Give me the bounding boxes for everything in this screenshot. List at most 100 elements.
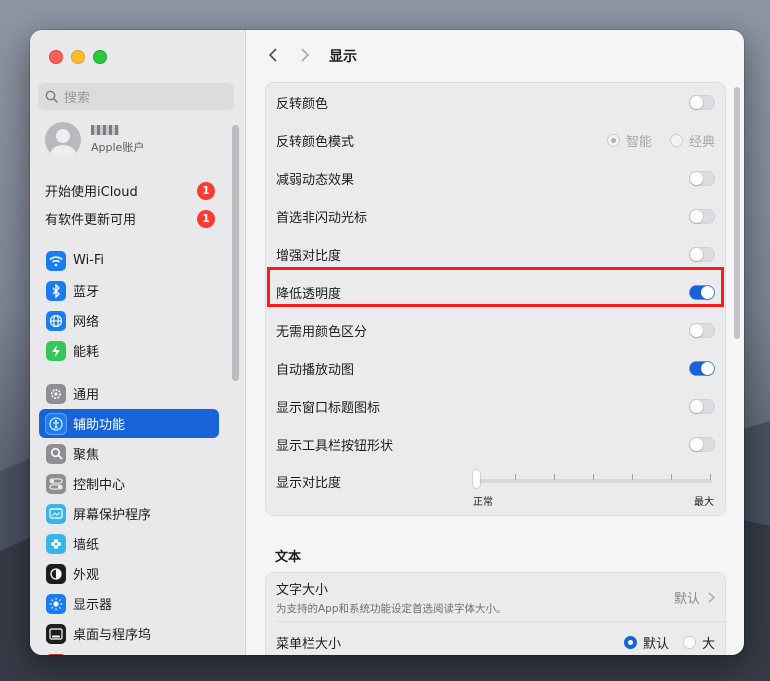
chevron-left-icon [268,47,277,62]
minimize-button[interactable] [71,50,85,64]
menubar-size-default-radio[interactable]: 默认 [623,633,669,652]
invert-mode-smart-radio[interactable]: 智能 [606,131,652,150]
notice-icloud[interactable]: 开始使用iCloud 1 [45,181,215,200]
sidebar-item-accessibility[interactable]: 辅助功能 [39,409,219,438]
bluetooth-icon [46,280,66,301]
row-label: 首选非闪动光标 [276,210,368,226]
sidebar-item-label: 蓝牙 [73,285,100,300]
sidebar-item-label: 能耗 [73,345,100,360]
slider-max-label: 最大 [694,497,714,508]
zoom-button[interactable] [93,50,107,64]
row-label: 无需用颜色区分 [276,324,368,340]
sidebar-item-label: 墙纸 [73,538,100,553]
app-icon [46,653,66,655]
sidebar-item-label: 通用 [73,388,100,403]
wifi-icon [46,250,66,271]
sidebar-item-label: 屏幕保护程序 [73,508,152,523]
main-scrollbar[interactable] [734,87,740,339]
sidebar-item-label: 显示器 [73,598,113,613]
window-controls [49,50,107,64]
row-non-blinking-cursor: 首选非闪动光标 [276,207,715,226]
sidebar-item-wifi[interactable]: Wi-Fi [39,246,219,275]
row-label: 自动播放动图 [276,362,355,378]
invert-mode-classic-radio[interactable]: 经典 [669,131,715,150]
apple-account[interactable]: Apple账户 [45,122,144,158]
sidebar-item-wallpaper[interactable]: 墙纸 [39,529,219,558]
text-settings-card: 文字大小 为支持的App和系统功能设定首选阅读字体大小。 默认 菜单栏大小 默认… [265,572,726,655]
menubar-size-large-radio[interactable]: 大 [682,633,715,652]
sidebar-item-displays[interactable]: 显示器 [39,589,219,618]
invert-colors-toggle[interactable] [689,94,715,110]
back-button[interactable] [261,46,285,67]
notice-label: 开始使用iCloud [45,185,138,200]
user-name-redacted [91,125,119,135]
non-blinking-cursor-toggle[interactable] [689,208,715,224]
screen-saver-icon [46,503,66,524]
display-contrast-slider[interactable]: 正常 最大 [473,467,714,508]
row-text-size[interactable]: 文字大小 为支持的App和系统功能设定首选阅读字体大小。 默认 [276,581,715,615]
row-toolbar-button-shapes: 显示工具栏按钮形状 [276,435,715,454]
sidebar-item-battery[interactable]: 能耗 [39,336,219,365]
notice-badge: 1 [197,209,215,228]
row-label: 菜单栏大小 [276,636,342,652]
globe-icon [46,310,66,331]
increase-contrast-toggle[interactable] [689,246,715,262]
differentiate-without-color-toggle[interactable] [689,322,715,338]
search-icon [45,90,58,103]
notice-badge: 1 [197,181,215,200]
sidebar-item-control-center[interactable]: 控制中心 [39,469,219,498]
sidebar-item-label: 桌面与程序坞 [73,628,152,643]
account-subtitle: Apple账户 [91,141,145,154]
search-input[interactable]: 搜索 [38,83,234,110]
toolbar-button-shapes-toggle[interactable] [689,436,715,452]
sidebar-item-network[interactable]: 网络 [39,306,219,335]
main-pane: 显示 反转颜色 反转颜色模式 智能 经典 减弱动态效果 首选非闪动光标 增强对比… [246,30,744,655]
sidebar-item-bluetooth[interactable]: 蓝牙 [39,276,219,305]
appearance-icon [46,563,66,584]
slider-min-label: 正常 [473,497,493,508]
magnifier-icon [46,443,66,464]
sidebar-item-label: 聚焦 [73,448,100,463]
row-label: 增强对比度 [276,248,342,264]
sidebar-item-spotlight[interactable]: 聚焦 [39,439,219,468]
forward-button[interactable] [293,46,317,67]
sidebar-item-general[interactable]: 通用 [39,379,219,408]
sidebar-scrollbar[interactable] [232,125,239,381]
search-placeholder: 搜索 [64,91,91,106]
settings-window: 搜索 Apple账户 开始使用iCloud 1 有软件更新可用 1 Wi-Fi [30,30,744,655]
row-differentiate-without-color: 无需用颜色区分 [276,321,715,340]
close-button[interactable] [49,50,63,64]
row-window-title-icons: 显示窗口标题图标 [276,397,715,416]
gear-icon [46,383,66,404]
sidebar-item-partial[interactable] [39,649,219,655]
accessibility-icon [46,413,66,434]
text-size-value: 默认 [673,591,700,607]
reduce-motion-toggle[interactable] [689,170,715,186]
avatar [45,122,81,158]
row-label: 显示工具栏按钮形状 [276,438,394,454]
page-title: 显示 [329,49,357,65]
slider-thumb[interactable] [473,470,480,488]
highlight-box [267,267,724,307]
row-label: 显示窗口标题图标 [276,400,381,416]
section-title-text: 文本 [275,550,302,565]
window-title-icons-toggle[interactable] [689,398,715,414]
sidebar-item-label: 辅助功能 [73,418,126,433]
sidebar-item-screen-saver[interactable]: 屏幕保护程序 [39,499,219,528]
notice-label: 有软件更新可用 [45,213,137,228]
notice-software-update[interactable]: 有软件更新可用 1 [45,209,215,228]
chevron-right-icon [301,47,310,62]
row-menubar-size: 菜单栏大小 默认 大 [276,633,715,652]
sidebar-item-label: 网络 [73,315,100,330]
row-autoplay-animated-images: 自动播放动图 [276,359,715,378]
sidebar-item-label: 控制中心 [73,478,126,493]
row-reduce-motion: 减弱动态效果 [276,169,715,188]
dock-icon [46,623,66,644]
row-label: 反转颜色模式 [276,134,355,150]
autoplay-animated-images-toggle[interactable] [689,360,715,376]
sidebar-item-label: Wi-Fi [73,253,105,268]
sidebar-item-desktop-dock[interactable]: 桌面与程序坞 [39,619,219,648]
sidebar-item-appearance[interactable]: 外观 [39,559,219,588]
row-label: 显示对比度 [276,475,342,491]
toggles-icon [46,473,66,494]
